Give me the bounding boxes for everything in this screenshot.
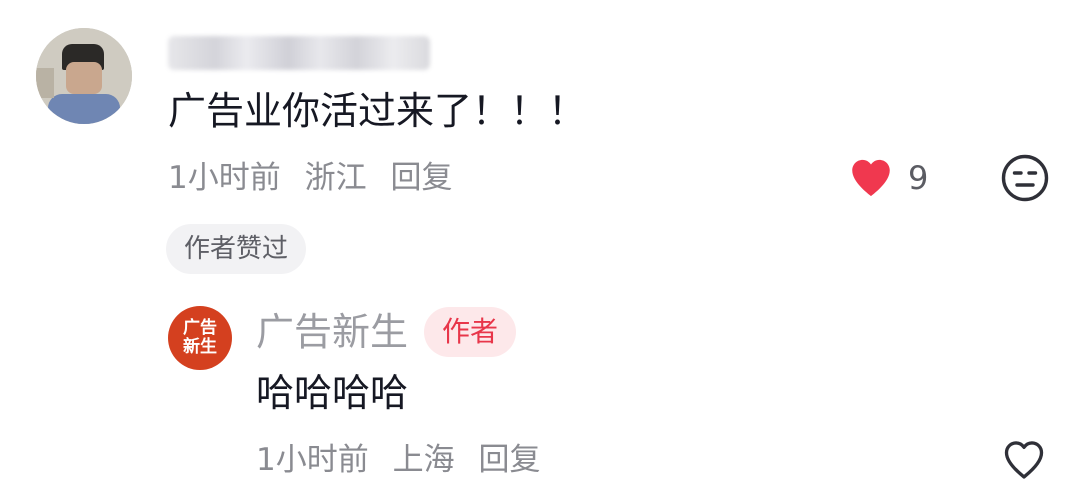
author-badge: 作者 <box>424 307 517 357</box>
commenter-avatar[interactable] <box>36 28 132 124</box>
comment-text: 广告业你活过来了！！！ <box>168 89 587 133</box>
reply-author-name[interactable]: 广告新生 <box>256 308 408 356</box>
reply-reply-button[interactable]: 回复 <box>478 440 540 480</box>
author-avatar-text-line2: 新生 <box>183 337 217 357</box>
comment-meta: 1小时前 浙江 回复 <box>168 158 466 198</box>
heart-filled-icon[interactable] <box>846 152 896 202</box>
commenter-name-blurred[interactable] <box>168 36 430 70</box>
comment-time: 1小时前 <box>168 160 281 196</box>
author-avatar-text-line1: 广告 <box>183 318 217 338</box>
avatar-shirt <box>48 94 120 124</box>
reply-location: 上海 <box>392 442 455 478</box>
comment-reply-button[interactable]: 回复 <box>390 158 452 198</box>
avatar-face <box>66 62 102 94</box>
author-liked-badge: 作者赞过 <box>166 224 307 274</box>
heart-outline-icon[interactable] <box>999 434 1049 484</box>
reply-time: 1小时前 <box>256 442 369 478</box>
reply-meta: 1小时前 上海 回复 <box>256 440 554 480</box>
like-count: 9 <box>908 159 929 197</box>
neutral-face-icon[interactable] <box>999 152 1051 204</box>
avatar-bg-block <box>36 68 54 98</box>
comment-location: 浙江 <box>304 160 367 196</box>
reply-text: 哈哈哈哈 <box>256 371 409 415</box>
author-avatar[interactable]: 广告 新生 <box>168 306 232 370</box>
